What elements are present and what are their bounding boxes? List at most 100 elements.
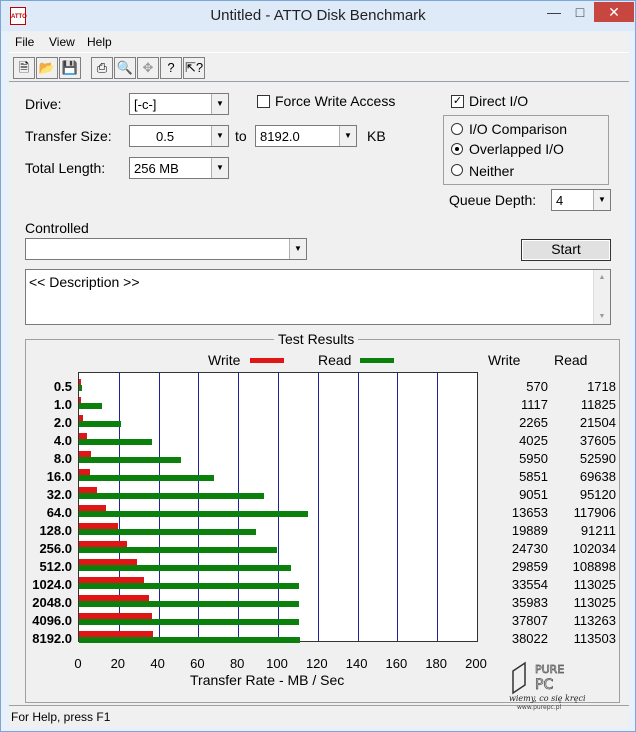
results-title: Test Results	[274, 331, 359, 347]
total-length-select[interactable]: 256 MB ▼	[129, 157, 229, 179]
overlapped-io-label: Overlapped I/O	[469, 141, 564, 157]
kb-label: KB	[367, 128, 386, 144]
close-button[interactable]: ✕	[594, 2, 634, 22]
direct-io-checkbox[interactable]: ✓	[451, 95, 464, 108]
drive-select[interactable]: [-c-] ▼	[129, 93, 229, 115]
neither-radio[interactable]	[451, 164, 463, 176]
x-tick-label: 160	[385, 656, 408, 671]
write-value: 19889	[511, 523, 548, 538]
gridline	[318, 373, 319, 641]
menu-bar: File View Help	[9, 32, 629, 52]
transfer-size-row-label: 0.5	[53, 379, 72, 394]
description-text: << Description >>	[29, 274, 140, 290]
menu-file[interactable]: File	[15, 35, 34, 49]
print-preview-icon[interactable]: 🔍	[114, 57, 136, 79]
controlled-label: Controlled	[25, 220, 89, 236]
read-bar	[79, 457, 182, 463]
force-write-checkbox[interactable]	[257, 95, 270, 108]
write-value: 29859	[511, 559, 548, 574]
x-tick-label: 140	[345, 656, 368, 671]
write-value: 5851	[519, 469, 548, 484]
description-textarea[interactable]: << Description >> ▲ ▼	[25, 269, 611, 325]
neither-label: Neither	[469, 163, 515, 179]
transfer-size-to-select[interactable]: 8192.0 ▼	[255, 125, 357, 147]
io-comparison-label: I/O Comparison	[469, 121, 568, 137]
write-value: 1117	[521, 397, 548, 412]
main-panel: Drive: [-c-] ▼ Force Write Access ✓ Dire…	[9, 83, 629, 705]
transfer-size-from-select[interactable]: 0.5 ▼	[129, 125, 229, 147]
x-tick-label: 0	[74, 656, 82, 671]
gridline	[358, 373, 359, 641]
controlled-select[interactable]: ▼	[25, 238, 307, 260]
menu-help[interactable]: Help	[87, 35, 112, 49]
read-value: 11825	[580, 397, 616, 412]
transfer-size-row-label: 4.0	[53, 433, 72, 448]
title-bar[interactable]: ATTO Untitled - ATTO Disk Benchmark — □ …	[1, 1, 635, 31]
read-bar	[79, 565, 291, 571]
test-results-group: Test Results Write Read Write Read 0 20 40…	[25, 331, 620, 703]
read-value: 1718	[587, 379, 616, 394]
description-scrollbar[interactable]: ▲ ▼	[593, 270, 610, 324]
total-length-value: 256 MB	[134, 161, 179, 176]
legend-write-swatch	[250, 358, 284, 363]
help-icon[interactable]: ?	[160, 57, 182, 79]
x-tick-label: 60	[190, 656, 205, 671]
print-icon[interactable]: ⎙	[91, 57, 113, 79]
chevron-down-icon[interactable]: ▼	[289, 239, 306, 259]
chevron-down-icon[interactable]: ▼	[211, 126, 228, 146]
read-value: 113025	[573, 577, 616, 592]
context-help-icon[interactable]: ⇱?	[183, 57, 205, 79]
menu-view[interactable]: View	[49, 35, 75, 49]
read-value: 113025	[573, 595, 616, 610]
x-tick-label: 180	[425, 656, 448, 671]
overlapped-io-radio[interactable]	[451, 143, 463, 155]
queue-depth-select[interactable]: 4 ▼	[551, 189, 611, 211]
io-comparison-radio[interactable]	[451, 123, 463, 135]
start-button[interactable]: Start	[521, 239, 611, 261]
new-icon[interactable]: 🗎	[13, 57, 35, 79]
x-tick-label: 100	[266, 656, 288, 671]
transfer-size-row-label: 1.0	[53, 397, 72, 412]
read-value: 113503	[573, 631, 616, 646]
x-tick-label: 200	[465, 656, 487, 671]
drive-label: Drive:	[25, 96, 62, 112]
read-value: 37605	[579, 433, 616, 448]
chevron-down-icon[interactable]: ▼	[211, 94, 228, 114]
x-tick-label: 120	[305, 656, 328, 671]
write-value: 2265	[519, 415, 548, 430]
read-value: 113263	[573, 613, 616, 628]
transfer-size-row-label: 64.0	[46, 505, 72, 520]
read-bar	[79, 403, 102, 409]
svg-text:wiemy, co się kręci: wiemy, co się kręci	[509, 694, 586, 703]
transfer-size-row-label: 128.0	[39, 523, 72, 538]
transfer-size-row-label: 8192.0	[32, 631, 72, 646]
chevron-down-icon[interactable]: ▼	[211, 158, 228, 178]
open-icon[interactable]: 📂	[36, 57, 58, 79]
minimize-button[interactable]: —	[541, 2, 567, 22]
read-bar	[79, 475, 215, 481]
write-value: 24730	[511, 541, 548, 556]
read-value: 91211	[580, 523, 616, 538]
save-icon[interactable]: 💾	[59, 57, 81, 79]
maximize-button[interactable]: □	[567, 2, 593, 22]
read-bar	[79, 547, 278, 553]
chevron-down-icon[interactable]: ▼	[339, 126, 356, 146]
read-bar	[79, 511, 309, 517]
transfer-from-value: 0.5	[156, 129, 175, 144]
x-tick-label: 40	[150, 656, 165, 671]
drive-value: [-c-]	[134, 97, 157, 112]
legend-write-label: Write	[208, 352, 241, 368]
transfer-size-row-label: 8.0	[53, 451, 72, 466]
transfer-size-label: Transfer Size:	[25, 128, 112, 144]
read-value: 52590	[579, 451, 616, 466]
write-value: 38022	[511, 631, 548, 646]
read-bar	[79, 493, 264, 499]
read-bar	[79, 619, 300, 625]
x-axis-label: Transfer Rate - MB / Sec	[190, 672, 345, 688]
move-icon[interactable]: ✥	[137, 57, 159, 79]
read-value: 102034	[572, 541, 616, 556]
chevron-down-icon[interactable]: ▼	[593, 190, 610, 210]
write-value: 35983	[511, 595, 548, 610]
gridline	[437, 373, 438, 641]
read-value: 21504	[579, 415, 616, 430]
